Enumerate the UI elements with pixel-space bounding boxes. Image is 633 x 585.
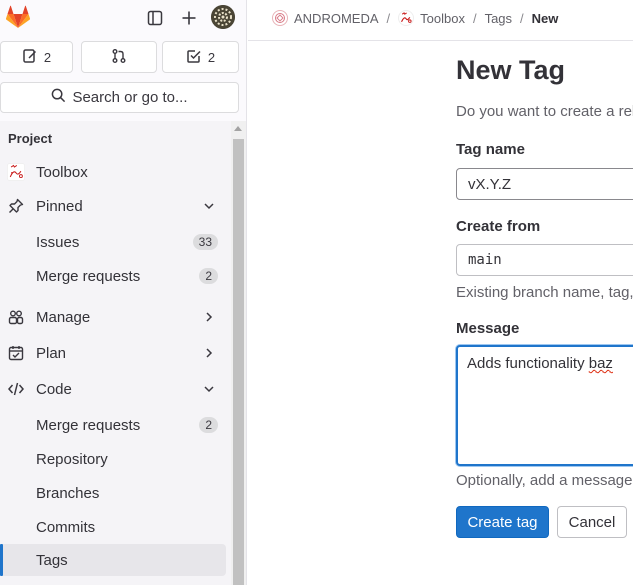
nav-item-code[interactable]: Code — [0, 373, 226, 405]
chevron-down-icon — [204, 203, 214, 210]
breadcrumb-project[interactable]: Toolbox — [398, 10, 465, 26]
create-from-dropdown[interactable]: main — [456, 244, 633, 276]
nav-item-pinned[interactable]: Pinned — [0, 190, 226, 222]
chevron-right-icon — [206, 348, 213, 358]
breadcrumb-group-label: ANDROMEDA — [294, 10, 379, 26]
create-from-value: main — [468, 252, 502, 268]
nav-item-project[interactable]: Toolbox — [0, 156, 226, 188]
code-icon — [7, 380, 25, 398]
search-icon — [51, 88, 66, 107]
todos-count: 2 — [207, 49, 216, 65]
project-avatar-icon — [7, 163, 25, 181]
active-indicator — [0, 544, 3, 576]
nav-label-pinned: Pinned — [36, 197, 83, 215]
breadcrumb-separator: / — [520, 10, 524, 26]
merge-requests-badge: 2 — [199, 268, 218, 284]
nav-section-heading: Project — [8, 131, 53, 146]
sidebar: 2 2 Search or go to... Project Toolbox P… — [0, 0, 247, 585]
breadcrumb-project-label: Toolbox — [420, 10, 465, 26]
gitlab-logo-icon[interactable] — [5, 5, 31, 29]
tag-name-input[interactable]: vX.Y.Z — [456, 168, 633, 200]
nav-label-repository: Repository — [36, 450, 108, 468]
code-merge-requests-badge: 2 — [199, 417, 218, 433]
todo-icon — [186, 48, 202, 67]
nav-label-plan: Plan — [36, 344, 67, 362]
nav-item-branches[interactable]: Branches — [0, 477, 226, 509]
issues-count: 2 — [43, 49, 52, 65]
message-text: Adds functionality — [467, 355, 589, 372]
chevron-right-icon — [206, 312, 213, 322]
chevron-down-icon — [204, 386, 214, 393]
nav-item-merge-requests-pinned[interactable]: Merge requests 2 — [0, 260, 226, 292]
merge-requests-counter[interactable] — [81, 41, 157, 73]
message-hint: Optionally, add a message to the tag. Le… — [456, 472, 633, 489]
create-new-icon[interactable] — [177, 6, 201, 30]
project-avatar-icon — [398, 10, 415, 26]
create-tag-button[interactable]: Create tag — [456, 506, 549, 538]
scroll-thumb[interactable] — [233, 139, 244, 585]
message-textarea[interactable]: Adds functionality baz — [456, 345, 633, 466]
issues-counter[interactable]: 2 — [0, 41, 73, 73]
project-name: Toolbox — [36, 163, 88, 181]
nav-item-issues[interactable]: Issues 33 — [0, 226, 226, 258]
nav-item-commits[interactable]: Commits — [0, 511, 226, 543]
breadcrumb-current: New — [531, 10, 559, 26]
merge-request-icon — [111, 48, 127, 67]
sidebar-header — [0, 0, 247, 36]
page-title: New Tag — [456, 55, 566, 85]
message-label: Message — [456, 320, 520, 337]
nav-item-plan[interactable]: Plan — [0, 337, 226, 369]
breadcrumb: ANDROMEDA / Toolbox / Tags / New — [248, 0, 633, 36]
breadcrumb-tags[interactable]: Tags — [485, 11, 512, 26]
pin-icon — [7, 197, 25, 215]
nav-label-merge-requests: Merge requests — [36, 267, 141, 285]
user-avatar[interactable] — [211, 5, 235, 29]
breadcrumb-separator: / — [472, 10, 477, 26]
tag-name-value: vX.Y.Z — [468, 175, 512, 193]
nav-label-commits: Commits — [36, 518, 96, 536]
group-avatar-icon — [272, 10, 288, 26]
nav-label-code: Code — [36, 380, 72, 398]
breadcrumb-separator: / — [386, 10, 391, 26]
cancel-button[interactable]: Cancel — [557, 506, 627, 538]
search-label: Search or go to... — [72, 89, 188, 106]
issues-icon — [22, 48, 38, 67]
create-from-hint: Existing branch name, tag, or commit SHA — [456, 284, 633, 301]
nav-item-repository[interactable]: Repository — [0, 443, 226, 475]
scroll-up-arrow-icon[interactable] — [234, 126, 242, 131]
issues-badge: 33 — [192, 234, 218, 250]
nav-label-issues: Issues — [36, 233, 80, 251]
tag-name-label: Tag name — [456, 141, 525, 158]
counter-row: 2 2 — [0, 41, 247, 73]
nav-label-manage: Manage — [36, 308, 91, 326]
nav-label-branches: Branches — [36, 484, 100, 502]
misspelled-word: baz — [588, 355, 613, 372]
sidebar-scrollbar[interactable] — [231, 121, 246, 585]
search-button[interactable]: Search or go to... — [0, 82, 239, 113]
nav-label-tags: Tags — [36, 551, 68, 569]
planning-icon — [7, 344, 25, 362]
toggle-sidebar-icon[interactable] — [143, 6, 167, 30]
users-icon — [7, 308, 25, 326]
create-from-label: Create from — [456, 218, 541, 235]
nav-item-merge-requests[interactable]: Merge requests 2 — [0, 409, 226, 441]
header-divider — [248, 40, 633, 41]
project-nav: Project Toolbox Pinned Issues 33 Merge r… — [0, 121, 231, 585]
todos-counter[interactable]: 2 — [162, 41, 239, 73]
page-description: Do you want to create a release with the… — [456, 103, 633, 120]
nav-item-tags[interactable]: Tags — [0, 544, 226, 576]
nav-label-code-merge-requests: Merge requests — [36, 416, 141, 434]
nav-item-manage[interactable]: Manage — [0, 301, 226, 333]
breadcrumb-group[interactable]: ANDROMEDA — [272, 10, 379, 26]
